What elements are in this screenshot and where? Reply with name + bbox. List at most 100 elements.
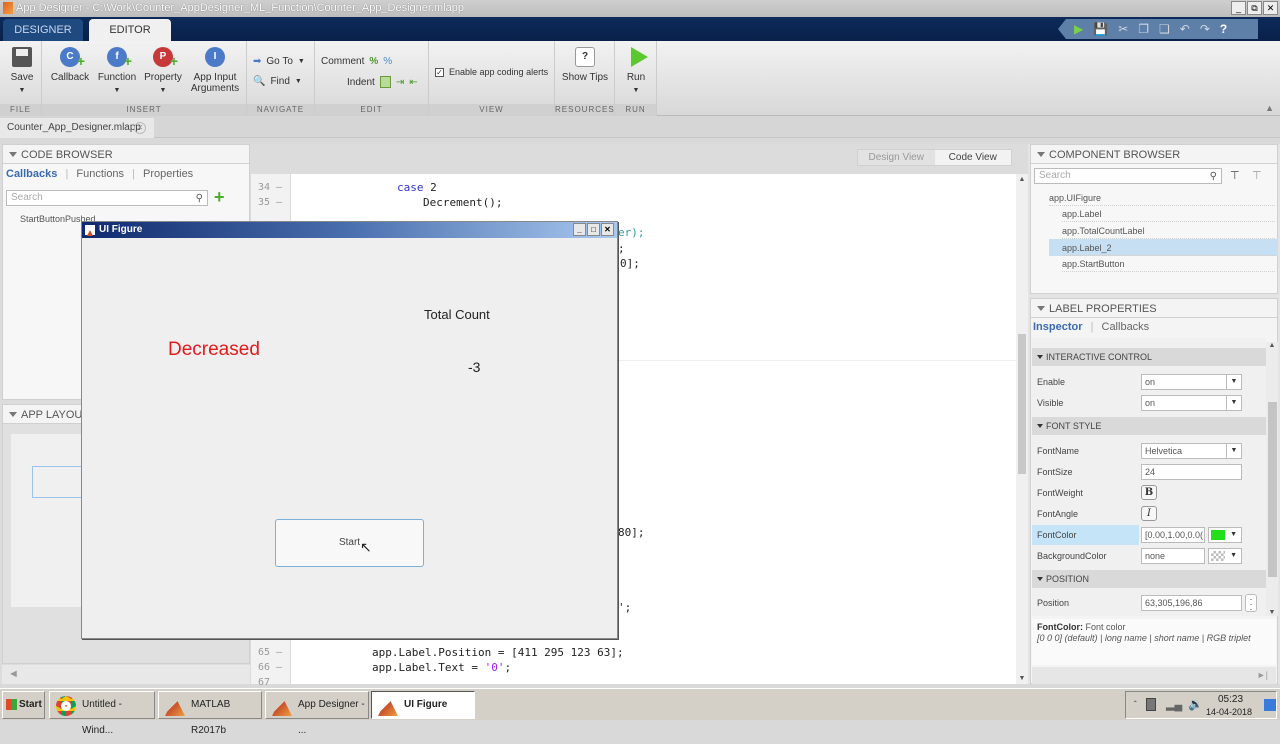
signal-icon[interactable]: ▂▄	[1166, 698, 1182, 711]
tab-functions[interactable]: Functions	[76, 168, 124, 180]
figure-maximize-button[interactable]: □	[587, 223, 600, 236]
clock-date[interactable]: 14-04-2018	[1206, 707, 1252, 717]
code-browser-header[interactable]: CODE BROWSER	[2, 144, 250, 164]
scroll-down-icon[interactable]: ▼	[1016, 675, 1028, 682]
ribbon: Save ▼ FILE C + Callback f + Function ▼ P +…	[0, 41, 1280, 116]
italic-toggle[interactable]: I	[1141, 506, 1157, 521]
find-button[interactable]: 🔍 Find ▼	[253, 76, 302, 87]
coding-alerts-toggle[interactable]: ✓ Enable app coding alerts	[435, 67, 548, 77]
scroll-up-icon[interactable]: ▲	[1266, 342, 1278, 349]
fontcolor-input[interactable]: [0.00,1.00,0.0(	[1141, 527, 1205, 543]
redo-icon[interactable]: ↷	[1200, 22, 1210, 36]
bold-toggle[interactable]: B	[1141, 485, 1157, 500]
help-icon[interactable]: ?	[1220, 22, 1227, 36]
group-interactive-control[interactable]: INTERACTIVE CONTROL	[1032, 348, 1266, 366]
tree-item-uifigure[interactable]: app.UIFigure	[1049, 190, 1275, 206]
tab-callbacks[interactable]: Callbacks	[6, 168, 57, 180]
copy-icon[interactable]: ❐	[1138, 22, 1149, 36]
expand-all-icon[interactable]: ⊤	[1230, 169, 1240, 182]
tab-designer[interactable]: DESIGNER	[3, 19, 83, 41]
show-tips-button[interactable]: ? Show Tips	[560, 47, 610, 83]
tree-item-startbutton[interactable]: app.StartButton	[1062, 256, 1275, 272]
run-button[interactable]: Run ▼	[621, 47, 651, 96]
fontsize-input[interactable]: 24	[1141, 464, 1242, 480]
ui-figure-title-bar[interactable]: UI Figure _ □ ✕	[82, 222, 617, 238]
increase-indent-icon[interactable]: ⇥	[396, 77, 404, 88]
taskbar-item-app-designer[interactable]: App Designer - ...	[265, 691, 369, 736]
taskbar-item-matlab[interactable]: MATLAB R2017b	[158, 691, 262, 736]
chevron-down-icon[interactable]: ▼	[1226, 374, 1242, 390]
design-view-button[interactable]: Design View	[858, 150, 935, 165]
restore-button[interactable]: ⧉	[1247, 1, 1262, 15]
group-font-style[interactable]: FONT STYLE	[1032, 417, 1266, 435]
add-callback-icon[interactable]: +	[214, 188, 225, 206]
checkbox-checked-icon[interactable]: ✓	[435, 67, 444, 77]
component-search-input[interactable]: Search ⚲	[1034, 168, 1222, 184]
app-input-arguments-button[interactable]: I App Input Arguments	[190, 47, 240, 94]
run-section: Run ▼ RUN	[615, 41, 657, 116]
figure-minimize-button[interactable]: _	[573, 223, 586, 236]
tree-item-totalcountlabel[interactable]: app.TotalCountLabel	[1062, 223, 1275, 239]
label-properties-header[interactable]: LABEL PROPERTIES	[1030, 298, 1278, 318]
uncomment-icon[interactable]: %	[383, 56, 392, 67]
scrollbar-thumb[interactable]	[1268, 402, 1277, 577]
chevron-down-icon[interactable]: ▼	[1226, 443, 1242, 459]
start-button[interactable]: Start	[275, 519, 424, 567]
taskbar-item-ui-figure[interactable]: UI Figure	[371, 691, 475, 719]
help-nav-last-icon[interactable]: ►|	[1032, 667, 1276, 684]
minimize-button[interactable]: _	[1231, 1, 1246, 15]
collapse-ribbon-icon[interactable]: ▲	[1265, 103, 1274, 113]
goto-button[interactable]: ➡ Go To ▼	[253, 56, 305, 67]
taskbar-item-chrome[interactable]: Untitled - Wind...	[49, 691, 155, 736]
save-icon[interactable]: 💾	[1093, 22, 1108, 36]
code-view-button[interactable]: Code View	[934, 150, 1011, 165]
tab-inspector[interactable]: Inspector	[1033, 321, 1083, 333]
scroll-down-icon[interactable]: ▼	[1266, 609, 1278, 616]
group-position[interactable]: POSITION	[1032, 570, 1266, 588]
scroll-up-icon[interactable]: ▲	[1016, 176, 1028, 183]
editor-scrollbar[interactable]: ▲ ▼	[1016, 174, 1028, 684]
collapse-all-icon[interactable]: ⊤	[1252, 169, 1262, 182]
cut-icon[interactable]: ✂	[1118, 22, 1128, 36]
show-hidden-icons[interactable]: ˆ	[1134, 700, 1137, 709]
volume-icon[interactable]: 🔉	[1188, 697, 1203, 711]
tab-properties[interactable]: Properties	[143, 168, 193, 180]
smart-indent-icon[interactable]	[379, 76, 391, 88]
close-tab-icon[interactable]: ✕	[134, 122, 146, 134]
line-number: 66 –	[258, 662, 283, 673]
backgroundcolor-input[interactable]: none	[1141, 548, 1205, 564]
more-options-icon[interactable]: · · ·	[1245, 594, 1257, 614]
enable-dropdown[interactable]: on	[1141, 374, 1227, 390]
run-icon[interactable]: ▶	[1074, 22, 1083, 36]
undo-icon[interactable]: ↶	[1180, 22, 1190, 36]
decrease-indent-icon[interactable]: ⇤	[409, 77, 417, 88]
show-desktop-icon[interactable]	[1264, 699, 1276, 711]
network-icon[interactable]	[1146, 698, 1156, 711]
visible-dropdown[interactable]: on	[1141, 395, 1227, 411]
chevron-down-icon[interactable]: ▼	[1226, 395, 1242, 411]
comment-icon[interactable]: %	[369, 56, 378, 67]
property-button[interactable]: P + Property ▼	[143, 47, 183, 96]
start-menu-button[interactable]: Start	[2, 691, 45, 719]
tab-editor[interactable]: EDITOR	[89, 19, 171, 41]
code-browser-search-input[interactable]: Search ⚲	[6, 190, 208, 206]
tab-callbacks-inspector[interactable]: Callbacks	[1102, 321, 1150, 333]
function-button[interactable]: f + Function ▼	[97, 47, 137, 96]
scrollbar-thumb[interactable]	[1018, 334, 1026, 474]
close-button[interactable]: ✕	[1263, 1, 1278, 15]
fontname-dropdown[interactable]: Helvetica	[1141, 443, 1227, 459]
clock-time[interactable]: 05:23	[1218, 694, 1243, 705]
chevron-down-icon: ▼	[159, 87, 167, 94]
fontcolor-picker[interactable]: ▼	[1208, 527, 1242, 543]
position-input[interactable]: 63,305,196,86	[1141, 595, 1242, 611]
component-browser-header[interactable]: COMPONENT BROWSER	[1030, 144, 1278, 164]
figure-close-button[interactable]: ✕	[601, 223, 614, 236]
paste-icon[interactable]: ❏	[1159, 22, 1170, 36]
layout-nav-first-icon[interactable]: ◄	[2, 665, 250, 684]
tree-item-label-2[interactable]: app.Label_2	[1062, 240, 1275, 256]
callback-button[interactable]: C + Callback	[50, 47, 90, 83]
save-button[interactable]: Save ▼	[8, 47, 36, 96]
tree-item-label[interactable]: app.Label	[1062, 206, 1275, 222]
backgroundcolor-picker[interactable]: ▼	[1208, 548, 1242, 564]
document-tab[interactable]: Counter_App_Designer.mlapp ✕	[0, 118, 154, 138]
